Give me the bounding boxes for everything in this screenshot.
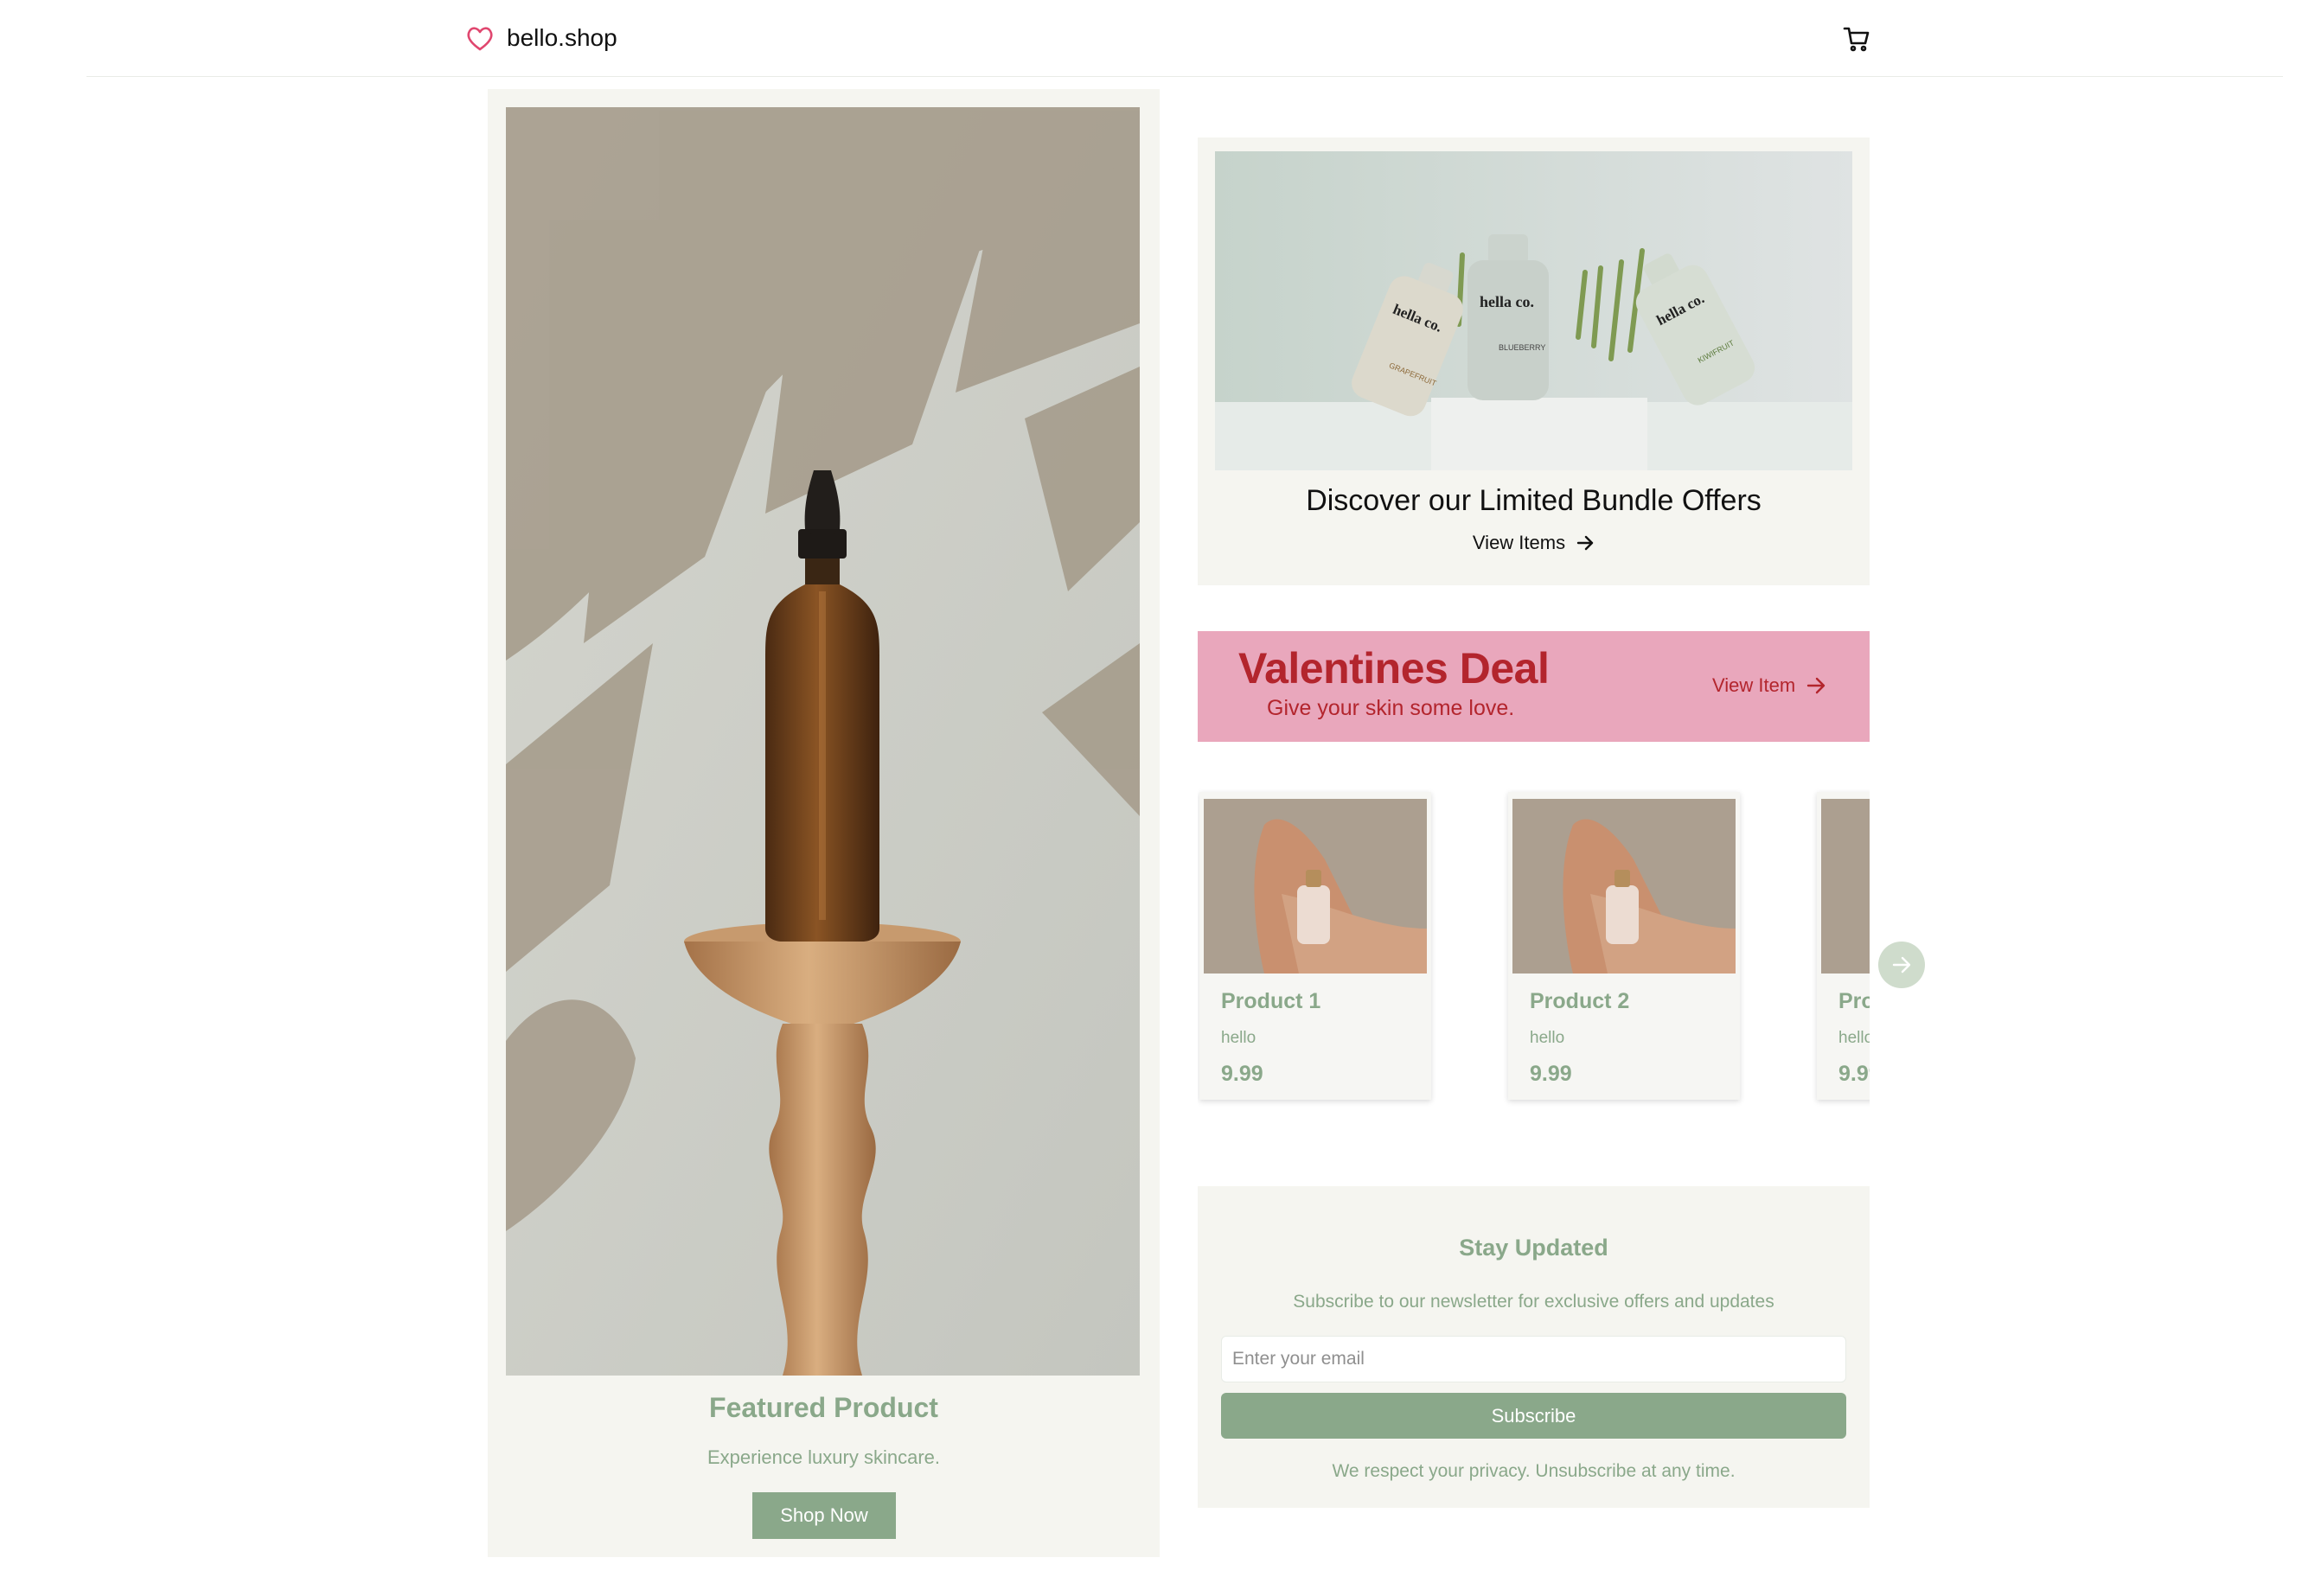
product-description: hello xyxy=(1838,1029,1870,1047)
bottle-center-label: hella co. xyxy=(1480,293,1534,310)
valentines-subtitle: Give your skin some love. xyxy=(1267,696,1515,720)
product-image xyxy=(1821,799,1870,974)
privacy-note: We respect your privacy. Unsubscribe at … xyxy=(1332,1461,1736,1481)
cart-icon[interactable] xyxy=(1842,24,1871,54)
product-card[interactable]: Product 2 hello 9.99 xyxy=(1508,792,1740,1100)
product-description: hello xyxy=(1221,1029,1256,1047)
product-carousel: Product 1 hello 9.99 Product 2 hello 9.9… xyxy=(1198,787,1870,1115)
product-description: hello xyxy=(1530,1029,1565,1047)
product-price: 9.99 xyxy=(1530,1062,1572,1086)
product-card[interactable]: Product 3 hello 9.99 xyxy=(1817,792,1870,1100)
arrow-right-icon xyxy=(1576,535,1594,551)
product-name: Product 1 xyxy=(1221,989,1321,1013)
arrow-right-icon xyxy=(1892,956,1911,974)
product-image xyxy=(1204,799,1427,974)
product-image xyxy=(1512,799,1736,974)
valentines-title: Valentines Deal xyxy=(1238,644,1550,693)
arrow-right-icon xyxy=(1806,677,1825,694)
bottle-center-flavor: BLUEBERRY xyxy=(1499,343,1545,352)
featured-title: Featured Product xyxy=(709,1392,938,1423)
view-items-label: View Items xyxy=(1472,532,1566,553)
shop-now-button[interactable]: Shop Now xyxy=(752,1492,896,1539)
view-item-link[interactable]: View Item xyxy=(1712,674,1826,697)
view-items-link[interactable]: View Items xyxy=(1198,532,1870,554)
carousel-next-button[interactable] xyxy=(1878,942,1925,988)
bundle-title: Discover our Limited Bundle Offers xyxy=(1306,484,1762,517)
heart-icon[interactable] xyxy=(466,26,494,52)
featured-subtitle: Experience luxury skincare. xyxy=(707,1446,940,1468)
product-name: Product 3 xyxy=(1838,989,1870,1013)
newsletter-subtitle: Subscribe to our newsletter for exclusiv… xyxy=(1293,1292,1774,1312)
subscribe-button[interactable]: Subscribe xyxy=(1221,1393,1846,1439)
email-field[interactable] xyxy=(1221,1336,1846,1382)
product-price: 9.99 xyxy=(1838,1062,1870,1086)
product-name: Product 2 xyxy=(1530,989,1630,1013)
newsletter-title: Stay Updated xyxy=(1459,1235,1608,1261)
product-card[interactable]: Product 1 hello 9.99 xyxy=(1199,792,1431,1100)
view-item-label: View Item xyxy=(1712,674,1796,696)
product-price: 9.99 xyxy=(1221,1062,1263,1086)
brand-name[interactable]: bello.shop xyxy=(507,22,617,54)
featured-product-image xyxy=(506,107,1140,1376)
header-divider xyxy=(86,76,2283,77)
bundle-offers-image: hella co. BLUEBERRY hella co. GRAPEFRUIT… xyxy=(1215,151,1852,470)
